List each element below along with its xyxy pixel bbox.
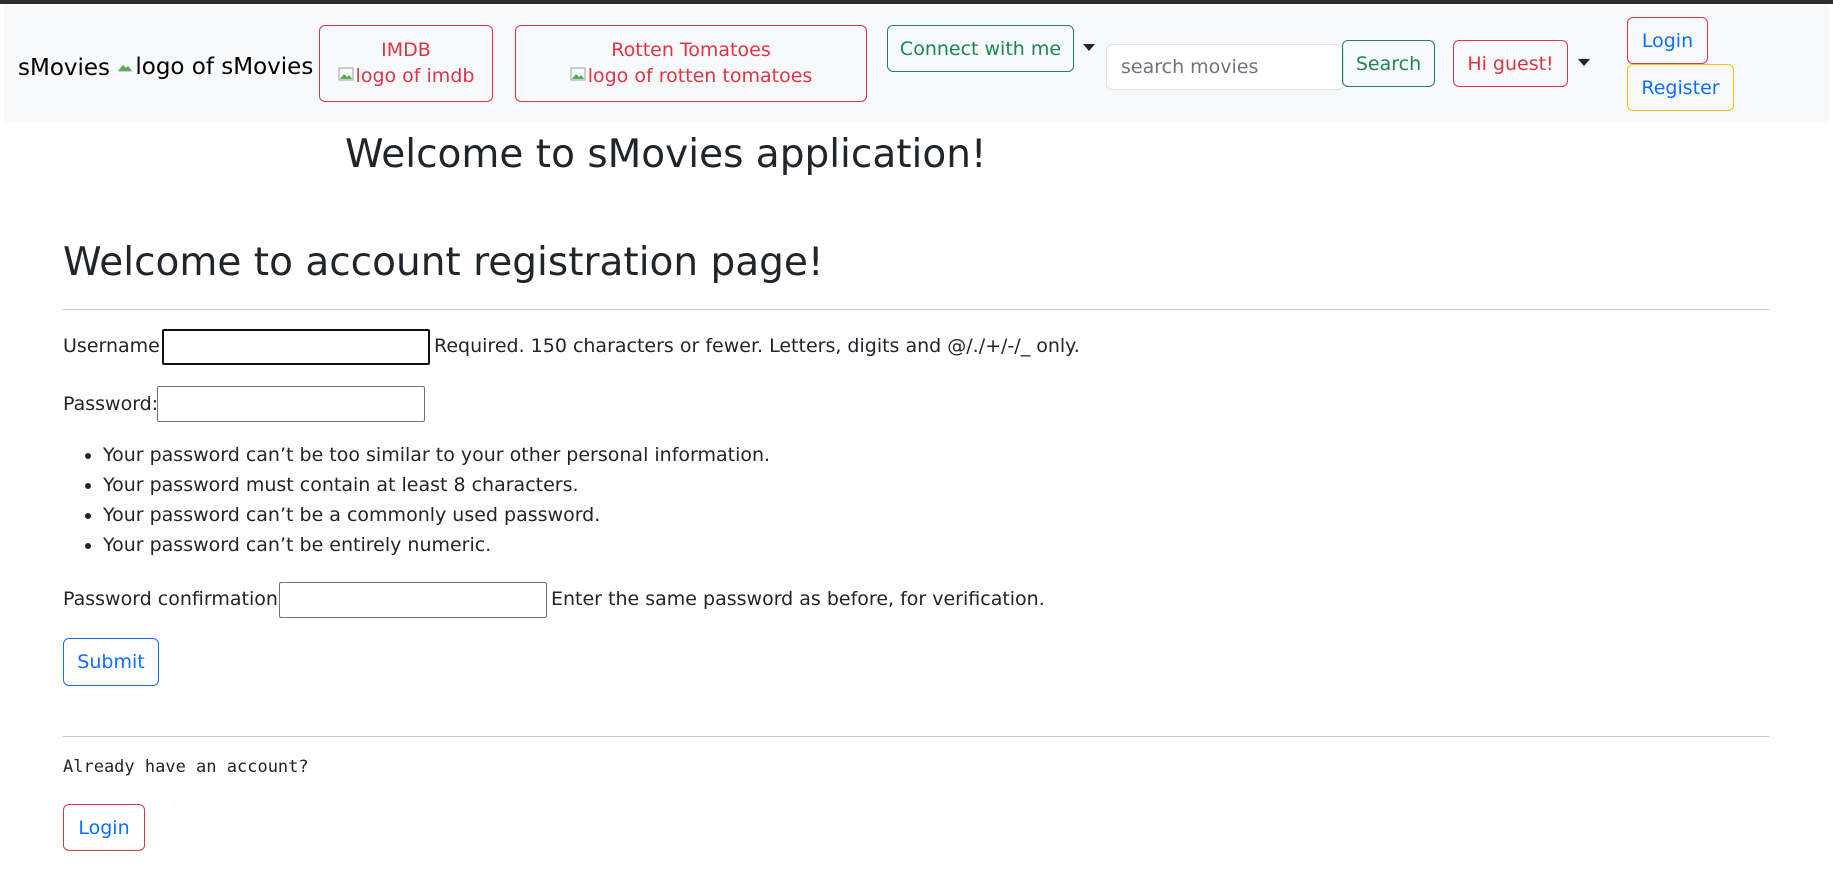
caret-down-icon[interactable] bbox=[1083, 44, 1095, 51]
list-item: Your password can’t be too similar to yo… bbox=[103, 440, 770, 470]
already-have-account-text: Already have an account? bbox=[63, 757, 309, 777]
password-field[interactable] bbox=[157, 386, 425, 422]
search-input[interactable] bbox=[1106, 44, 1344, 90]
imdb-logo-alt: logo of imdb bbox=[355, 65, 475, 87]
search-button[interactable]: Search bbox=[1342, 40, 1435, 87]
page-title: Welcome to account registration page! bbox=[63, 240, 824, 285]
footer-login-button[interactable]: Login bbox=[63, 804, 145, 851]
divider bbox=[63, 736, 1769, 737]
broken-image-icon bbox=[118, 65, 133, 72]
navbar-brand[interactable]: sMovies logo of sMovies bbox=[18, 54, 313, 81]
username-label: Username: bbox=[63, 335, 167, 357]
imdb-link[interactable]: IMDB logo of imdb bbox=[319, 25, 493, 102]
username-field[interactable] bbox=[162, 329, 430, 365]
imdb-label: IMDB bbox=[381, 39, 431, 61]
password-confirmation-label: Password confirmation: bbox=[63, 588, 285, 610]
connect-button[interactable]: Connect with me bbox=[887, 25, 1074, 72]
brand-logo-alt: logo of sMovies bbox=[135, 54, 314, 80]
password-confirmation-field[interactable] bbox=[279, 582, 547, 618]
password-label: Password: bbox=[63, 393, 159, 415]
nav-register-button[interactable]: Register bbox=[1627, 64, 1734, 111]
divider bbox=[63, 309, 1769, 310]
broken-image-icon bbox=[338, 67, 354, 81]
submit-button[interactable]: Submit bbox=[63, 638, 159, 686]
user-greeting-button[interactable]: Hi guest! bbox=[1453, 40, 1568, 87]
password-rules-list: Your password can’t be too similar to yo… bbox=[63, 440, 770, 560]
rotten-tomatoes-label: Rotten Tomatoes bbox=[611, 39, 771, 61]
list-item: Your password can’t be entirely numeric. bbox=[103, 530, 770, 560]
nav-login-button[interactable]: Login bbox=[1627, 17, 1708, 64]
brand-text: sMovies bbox=[18, 55, 111, 81]
list-item: Your password must contain at least 8 ch… bbox=[103, 470, 770, 500]
imdb-logo: logo of imdb bbox=[320, 62, 492, 92]
rotten-tomatoes-logo-alt: logo of rotten tomatoes bbox=[587, 65, 813, 87]
brand-logo: logo of sMovies bbox=[117, 54, 313, 80]
password-confirmation-help: Enter the same password as before, for v… bbox=[551, 588, 1045, 610]
app-title: Welcome to sMovies application! bbox=[345, 132, 987, 177]
broken-image-icon bbox=[570, 67, 586, 81]
username-help: Required. 150 characters or fewer. Lette… bbox=[434, 335, 1080, 357]
caret-down-icon[interactable] bbox=[1578, 59, 1590, 66]
list-item: Your password can’t be a commonly used p… bbox=[103, 500, 770, 530]
rotten-tomatoes-logo: logo of rotten tomatoes bbox=[516, 62, 866, 92]
navbar: sMovies logo of sMovies IMDB logo of imd… bbox=[4, 4, 1829, 123]
rotten-tomatoes-link[interactable]: Rotten Tomatoes logo of rotten tomatoes bbox=[515, 25, 867, 102]
